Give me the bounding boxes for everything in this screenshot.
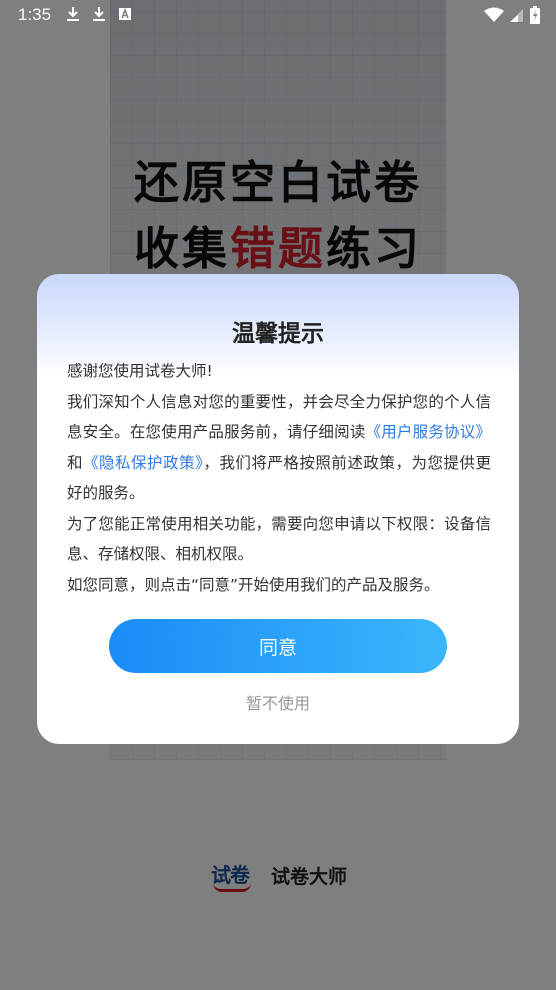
dialog-paragraph-privacy: 我们深知个人信息对您的重要性，并会尽全力保护您的个人信息安全。在您使用产品服务前… — [67, 387, 491, 509]
font-icon — [119, 7, 131, 20]
status-system-icons — [484, 6, 540, 24]
agree-button[interactable]: 同意 — [109, 619, 447, 673]
dialog-paragraph-consent: 如您同意，则点击“同意”开始使用我们的产品及服务。 — [67, 575, 440, 594]
status-time: 1:35 — [18, 5, 52, 24]
download-icon — [93, 7, 105, 21]
dialog-paragraph-permissions: 为了您能正常使用相关功能，需要向您申请以下权限：设备信息、存储权限、相机权限。 — [67, 514, 491, 564]
wifi-icon — [484, 7, 504, 22]
dialog-title: 温馨提示 — [232, 321, 324, 347]
dialog-body: 感谢您使用试卷大师! 我们深知个人信息对您的重要性，并会尽全力保护您的个人信息安… — [67, 356, 491, 600]
user-agreement-link[interactable]: 《用户服务协议》 — [366, 423, 491, 441]
privacy-dialog: 温馨提示 感谢您使用试卷大师! 我们深知个人信息对您的重要性，并会尽全力保护您的… — [37, 274, 519, 744]
privacy-policy-link[interactable]: 《隐私保护政策》 — [83, 454, 203, 472]
status-bar: 1:35 — [0, 0, 556, 32]
download-icon — [67, 7, 79, 21]
battery-icon — [530, 6, 540, 24]
decline-button[interactable]: 暂不使用 — [37, 688, 519, 720]
status-notification-icons — [66, 6, 132, 22]
dialog-greeting: 感谢您使用试卷大师! — [67, 362, 213, 380]
privacy-text-and: 和 — [67, 453, 84, 472]
signal-icon — [510, 9, 523, 22]
